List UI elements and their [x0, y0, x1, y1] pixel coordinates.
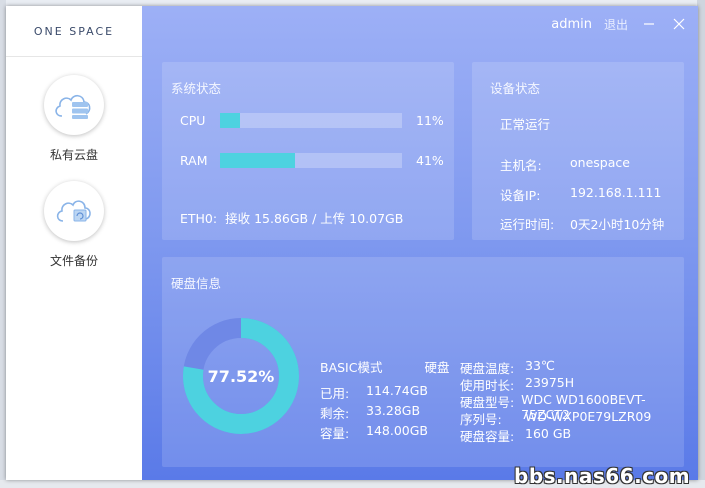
eth-row: ETH0: 接收 15.86GB / 上传 10.07GB	[180, 208, 407, 227]
eth-traffic: 接收 15.86GB / 上传 10.07GB	[225, 211, 404, 226]
disk-usage-percent: 77.52%	[207, 366, 275, 386]
disk-size-row: 硬盘容量: 160 GB	[460, 426, 571, 445]
device-status-title: 设备状态	[490, 81, 541, 96]
sidebar-item-label: 私有云盘	[49, 148, 98, 162]
dashboard-main: admin 退出 系统状态 CPU 11% RAM 41% ETH0: 接收 1…	[142, 6, 698, 480]
username-label: admin	[551, 16, 592, 32]
ram-progress-fill	[220, 152, 295, 168]
ram-value: 41%	[416, 152, 444, 168]
uptime-label: 运行时间:	[500, 217, 555, 232]
cpu-progress-fill	[220, 112, 241, 128]
system-status-card: 系统状态 CPU 11% RAM 41% ETH0: 接收 15.86GB / …	[162, 62, 454, 240]
cloud-backup-icon	[44, 181, 104, 241]
disk-used-row: 已用: 114.74GB	[320, 383, 428, 402]
close-icon	[673, 18, 685, 30]
top-bar: admin 退出	[551, 15, 688, 33]
disk-used-label: 已用:	[320, 386, 350, 401]
hostname-value: onespace	[570, 155, 630, 170]
disk-size-value: 160 GB	[525, 426, 572, 441]
sidebar-item-private-cloud[interactable]: 私有云盘	[44, 75, 104, 163]
system-status-title: 系统状态	[171, 81, 222, 96]
hostname-label: 主机名:	[500, 158, 542, 173]
disk-capacity-row: 容量: 148.00GB	[320, 423, 428, 442]
sidebar-item-file-backup[interactable]: 文件备份	[44, 181, 104, 269]
disk-free-label: 剩余:	[320, 406, 350, 421]
uptime-row: 运行时间: 0天2小时10分钟	[500, 214, 664, 233]
disk-word: 硬盘	[424, 360, 450, 375]
cloud-server-icon	[44, 75, 104, 135]
device-status-card: 设备状态 正常运行 主机名: onespace 设备IP: 192.168.1.…	[472, 62, 684, 240]
disk-mode: BASIC模式	[320, 360, 383, 375]
ram-label: RAM	[180, 152, 208, 168]
cpu-row: CPU 11%	[180, 112, 444, 128]
disk-capacity-label: 容量:	[320, 426, 350, 441]
disk-size-label: 硬盘容量:	[460, 429, 515, 444]
device-running-status: 正常运行	[500, 117, 551, 132]
close-button[interactable]	[670, 15, 688, 33]
app-logo: ONE SPACE	[6, 6, 142, 57]
minimize-button[interactable]	[640, 15, 658, 33]
disk-free-value: 33.28GB	[366, 403, 421, 418]
ip-row: 设备IP: 192.168.1.111	[500, 185, 661, 204]
ip-label: 设备IP:	[500, 188, 541, 203]
onespace-window: ONE SPACE 私有云盘 文件备份 admin 退出 系统状态 CPU 11…	[6, 6, 698, 480]
hostname-row: 主机名: onespace	[500, 155, 630, 174]
ram-progress-bar	[220, 152, 402, 168]
sidebar: ONE SPACE 私有云盘 文件备份	[6, 6, 142, 480]
forum-watermark: bbs.nas66.com	[514, 464, 691, 488]
cpu-value: 11%	[416, 112, 444, 128]
logout-link[interactable]: 退出	[604, 16, 628, 33]
ram-row: RAM 41%	[180, 152, 444, 168]
disk-free-row: 剩余: 33.28GB	[320, 403, 420, 422]
cpu-progress-bar	[220, 112, 402, 128]
disk-used-value: 114.74GB	[366, 383, 428, 398]
sidebar-item-label: 文件备份	[49, 254, 98, 268]
cpu-label: CPU	[180, 112, 206, 128]
desktop-background-right	[697, 0, 705, 488]
disk-capacity-value: 148.00GB	[366, 423, 428, 438]
disk-mode-row: BASIC模式 硬盘	[320, 357, 450, 376]
ip-value: 192.168.1.111	[570, 185, 662, 200]
minimize-icon	[644, 23, 654, 25]
eth-label: ETH0:	[180, 211, 218, 226]
disk-info-title: 硬盘信息	[171, 276, 222, 291]
uptime-value: 0天2小时10分钟	[570, 217, 665, 232]
disk-info-card: 硬盘信息 77.52% BASIC模式 硬盘 已用: 114.74GB 剩余: …	[162, 257, 684, 467]
